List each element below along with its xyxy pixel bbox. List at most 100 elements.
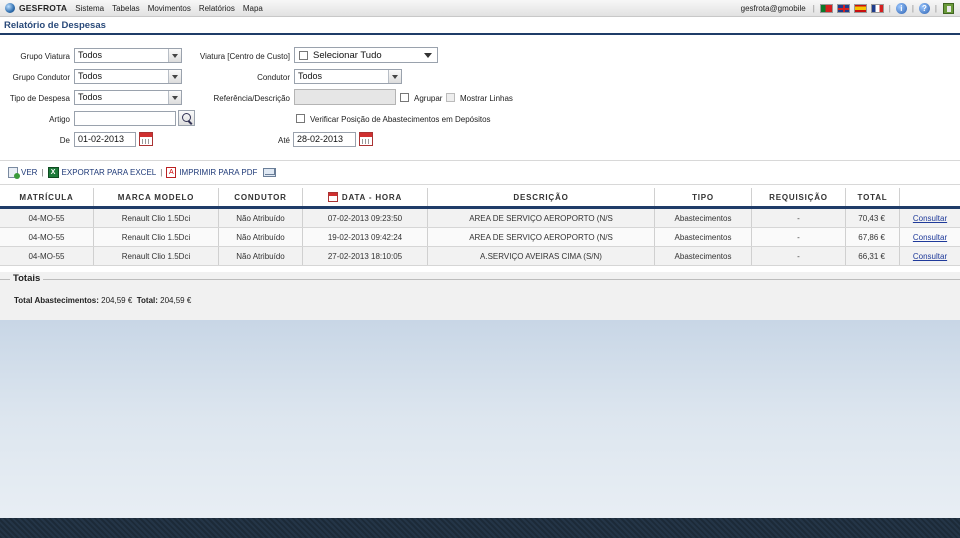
date-from-input[interactable]: 01-02-2013 [74, 132, 136, 147]
col-acao [900, 188, 960, 206]
pdf-icon: A [166, 167, 177, 178]
select-all-checkbox[interactable] [299, 51, 308, 60]
consultar-link[interactable]: Consultar [900, 209, 960, 227]
agrupar-checkbox[interactable] [400, 93, 409, 102]
expenses-table: MATRÍCULA MARCA MODELO CONDUTOR DATA - H… [0, 188, 960, 266]
referencia-label: Referência/Descrição [213, 94, 290, 103]
menu-item-mapa[interactable]: Mapa [243, 4, 263, 13]
flag-france-icon[interactable] [870, 3, 884, 13]
menu-item-tabelas[interactable]: Tabelas [112, 4, 140, 13]
artigo-label: Artigo [49, 115, 70, 124]
separator: | [41, 168, 44, 177]
menu-item-sistema[interactable]: Sistema [75, 4, 104, 13]
print-pdf-button[interactable]: A IMPRIMIR PARA PDF [166, 167, 257, 178]
cell-descricao: AREA DE SERVIÇO AEROPORTO (N/S [428, 209, 655, 227]
consultar-link-text[interactable]: Consultar [913, 214, 947, 223]
toolbar-divider-bottom [0, 184, 960, 185]
consultar-link[interactable]: Consultar [900, 247, 960, 265]
cell-data: 07-02-2013 09:23:50 [303, 209, 428, 227]
ate-label: Até [277, 136, 290, 145]
consultar-link[interactable]: Consultar [900, 228, 960, 246]
col-total[interactable]: TOTAL [846, 188, 900, 206]
app-logo-icon [5, 3, 15, 13]
cell-total: 66,31 € [846, 247, 900, 265]
cell-condutor: Não Atribuído [219, 247, 303, 265]
separator: | [812, 3, 815, 13]
print-pdf-label: IMPRIMIR PARA PDF [179, 168, 258, 177]
view-button-label: VER [21, 168, 38, 177]
app-brand: GESFROTA [19, 3, 68, 13]
page-background [0, 320, 960, 518]
menu-item-movimentos[interactable]: Movimentos [148, 4, 191, 13]
cell-data: 19-02-2013 09:42:24 [303, 228, 428, 246]
main-menu: Sistema Tabelas Movimentos Relatórios Ma… [75, 4, 271, 13]
table-row: 04-MO-55 Renault Clio 1.5Dci Não Atribuí… [0, 228, 960, 247]
flag-portugal-icon[interactable] [819, 3, 833, 13]
cell-marca: Renault Clio 1.5Dci [94, 228, 219, 246]
total-value: 204,59 € [160, 296, 192, 305]
verificar-checkbox[interactable] [296, 114, 305, 123]
col-requisicao[interactable]: REQUISIÇÃO [752, 188, 846, 206]
chevron-down-icon[interactable] [388, 70, 401, 83]
info-icon[interactable]: i [895, 2, 907, 14]
toolbar-divider-top [0, 160, 960, 161]
totals-divider [0, 279, 960, 280]
cell-tipo: Abastecimentos [655, 247, 752, 265]
view-button[interactable]: VER [8, 167, 38, 179]
logout-icon[interactable] [943, 2, 954, 14]
totals-panel: Totais Total Abastecimentos: 204,59 € To… [0, 272, 960, 320]
excel-icon: X [47, 167, 59, 178]
total-abastecimentos-label: Total Abastecimentos: [14, 296, 99, 305]
menu-item-relatorios[interactable]: Relatórios [199, 4, 235, 13]
calendar-icon [327, 192, 338, 202]
cell-condutor: Não Atribuído [219, 228, 303, 246]
tipo-despesa-value: Todos [78, 92, 103, 102]
viatura-multiselect[interactable]: Selecionar Tudo [294, 47, 438, 63]
cell-tipo: Abastecimentos [655, 209, 752, 227]
tipo-despesa-select[interactable]: Todos [74, 90, 182, 105]
dropdown-arrow-icon[interactable] [424, 53, 432, 58]
cell-total: 70,43 € [846, 209, 900, 227]
condutor-select[interactable]: Todos [294, 69, 402, 84]
col-descricao[interactable]: DESCRIÇÃO [428, 188, 655, 206]
search-icon[interactable] [178, 110, 195, 126]
totals-summary: Total Abastecimentos: 204,59 € Total: 20… [14, 296, 191, 305]
consultar-link-text[interactable]: Consultar [913, 233, 947, 242]
grupo-viatura-select[interactable]: Todos [74, 48, 182, 63]
help-icon[interactable]: ? [918, 2, 930, 14]
grupo-viatura-label: Grupo Viatura [20, 52, 70, 61]
referencia-input[interactable] [294, 89, 396, 105]
view-report-icon [8, 167, 20, 179]
artigo-input[interactable] [74, 111, 176, 126]
separator: | [911, 3, 914, 13]
cell-condutor: Não Atribuído [219, 209, 303, 227]
calendar-icon[interactable] [139, 132, 153, 146]
email-icon[interactable] [263, 168, 277, 177]
cell-requisicao: - [752, 247, 846, 265]
col-matricula[interactable]: MATRÍCULA [0, 188, 94, 206]
consultar-link-text[interactable]: Consultar [913, 252, 947, 261]
flag-spain-icon[interactable] [853, 3, 867, 13]
col-marca-modelo[interactable]: MARCA MODELO [94, 188, 219, 206]
calendar-icon[interactable] [359, 132, 373, 146]
export-excel-label: EXPORTAR PARA EXCEL [61, 168, 157, 177]
page-footer [0, 518, 960, 538]
date-to-input[interactable]: 28-02-2013 [293, 132, 356, 147]
col-data-hora[interactable]: DATA - HORA [303, 188, 428, 206]
col-tipo[interactable]: TIPO [655, 188, 752, 206]
table-header: MATRÍCULA MARCA MODELO CONDUTOR DATA - H… [0, 188, 960, 209]
grupo-condutor-select[interactable]: Todos [74, 69, 182, 84]
grupo-viatura-value: Todos [78, 50, 103, 60]
agrupar-label: Agrupar [414, 94, 443, 103]
mostrar-linhas-checkbox[interactable] [446, 93, 455, 102]
export-excel-button[interactable]: X EXPORTAR PARA EXCEL [47, 167, 157, 178]
viatura-label: Viatura [Centro de Custo] [199, 52, 290, 61]
grupo-condutor-label: Grupo Condutor [12, 73, 70, 82]
cell-requisicao: - [752, 209, 846, 227]
flag-uk-icon[interactable] [836, 3, 850, 13]
top-right-tools: gesfrota@gmobile | | i | ? | [741, 2, 960, 14]
cell-matricula: 04-MO-55 [0, 247, 94, 265]
separator: | [934, 3, 937, 13]
cell-total: 67,86 € [846, 228, 900, 246]
col-condutor[interactable]: CONDUTOR [219, 188, 303, 206]
